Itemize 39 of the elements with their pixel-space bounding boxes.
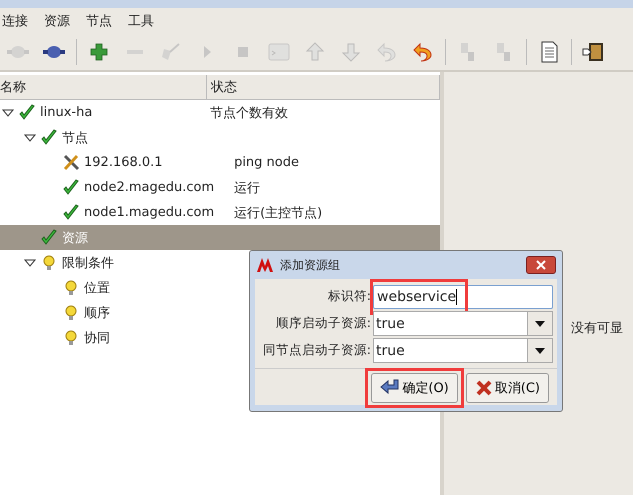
column-header[interactable]: 状态 (207, 75, 440, 99)
menu-item[interactable]: 资源 (42, 12, 84, 30)
tree-item-label[interactable]: 192.168.0.1 (84, 155, 163, 170)
status-text: 节点个数有效 (210, 104, 288, 122)
cancel-button[interactable]: 取消(C) (466, 373, 549, 403)
field-label: 同节点启动子资源: (262, 342, 372, 359)
close-button[interactable] (526, 256, 556, 274)
status-text: ping node (234, 155, 299, 170)
tree-item-label[interactable]: 顺序 (84, 304, 110, 322)
expand-triangle-icon[interactable] (2, 106, 14, 118)
empty-message: 没有可显 (571, 320, 623, 337)
close-icon (536, 260, 546, 270)
menu-item[interactable]: 节点 (84, 12, 126, 30)
tree-item-label[interactable]: node2.magedu.com (84, 180, 214, 195)
cross-icon (474, 379, 493, 397)
dropdown-field[interactable]: true (373, 338, 553, 363)
status-text: 运行 (234, 180, 260, 196)
tree-item-label[interactable]: linux-ha (40, 105, 92, 120)
dropdown-arrow-icon (535, 320, 545, 326)
dialog-title: 添加资源组 (280, 256, 341, 274)
dropdown-arrow-icon (535, 348, 545, 354)
menu-item[interactable]: 连接 (0, 12, 42, 30)
expand-triangle-icon[interactable] (24, 132, 36, 144)
status-text: 运行(主控节点) (234, 204, 322, 222)
tree-item-label[interactable]: node1.magedu.com (84, 205, 214, 220)
expand-triangle-icon[interactable] (24, 256, 36, 268)
menu-item[interactable]: 工具 (126, 12, 168, 30)
tree-item-label[interactable]: 协同 (84, 328, 110, 346)
dropdown-field[interactable]: true (373, 311, 553, 336)
app-logo-icon (256, 257, 274, 273)
tree-item-label[interactable]: 节点 (62, 128, 88, 146)
tree-item-label[interactable]: 位置 (84, 278, 110, 296)
column-header[interactable]: 名称 (0, 75, 207, 99)
input-field[interactable]: webservice (373, 284, 553, 308)
enter-arrow-icon (380, 379, 400, 397)
field-label: 顺序启动子资源: (274, 315, 372, 332)
field-label: 标识符: (326, 288, 372, 305)
tree-item-label[interactable]: 限制条件 (62, 254, 114, 272)
ok-button[interactable]: 确定(O) (371, 373, 458, 403)
